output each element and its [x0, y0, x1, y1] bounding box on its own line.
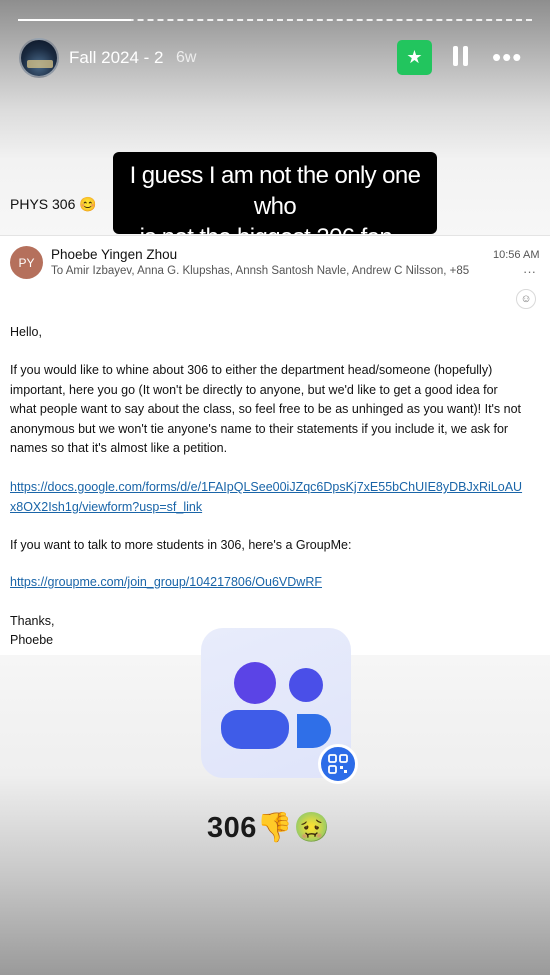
email-signature: Phoebe: [10, 633, 54, 647]
divider: [0, 235, 550, 236]
story-avatar[interactable]: [19, 38, 59, 78]
text-sticker[interactable]: 306👎🤢: [207, 811, 330, 845]
email-paragraph: If you would like to whine about 306 to …: [10, 361, 521, 459]
sender-name: Phoebe Yingen Zhou: [51, 247, 178, 262]
story-age: 6w: [176, 49, 197, 66]
link-line: https://docs.google.com/forms/d/e/1FAIpQ…: [10, 480, 523, 494]
paragraph-line: names so that it's almost like a petitio…: [10, 441, 228, 455]
sticker-number: 306: [207, 812, 257, 844]
link-line: x8OX2Ish1g/viewform?usp=sf_link: [10, 499, 203, 514]
email-signoff: Thanks,: [10, 614, 55, 628]
paragraph-line: If you would like to whine about 306 to …: [10, 363, 493, 377]
star-icon: ★: [406, 47, 423, 67]
email-more-icon: ···: [523, 264, 536, 279]
paragraph-line: anonymous but we won't tie anyone's name…: [10, 421, 509, 436]
story-progress-fill: [18, 19, 132, 21]
more-options-icon[interactable]: •••: [492, 44, 522, 70]
email-time: 10:56 AM: [493, 249, 540, 261]
pause-button[interactable]: [453, 46, 469, 68]
paragraph-line: what people want to say about the class,…: [10, 402, 522, 416]
email-subject: PHYS 306 😊: [10, 196, 97, 212]
qr-code-icon: [318, 744, 358, 784]
email-greeting: Hello,: [10, 325, 42, 339]
groupme-link: https://groupme.com/join_group/104217806…: [10, 575, 322, 589]
paragraph-line: important, here you go (It won't be dire…: [10, 382, 498, 397]
form-link: https://docs.google.com/forms/d/e/1FAIpQ…: [10, 478, 540, 517]
sticker-emojis: 👎🤢: [256, 812, 331, 844]
caption-line: I guess I am not the only one who: [129, 162, 421, 220]
groupme-intro: If you want to talk to more students in …: [10, 538, 352, 552]
story-caption: I guess I am not the only one who is not…: [113, 152, 437, 251]
recipients-line: To Amir Izbayev, Anna G. Klupshas, Annsh…: [51, 265, 470, 277]
story-title[interactable]: Fall 2024 - 2: [69, 48, 164, 68]
close-friends-star-button[interactable]: ★: [397, 40, 432, 75]
emoji-react-icon: ☺: [516, 289, 536, 309]
sender-avatar: PY: [10, 246, 43, 279]
pause-icon: [453, 46, 458, 66]
